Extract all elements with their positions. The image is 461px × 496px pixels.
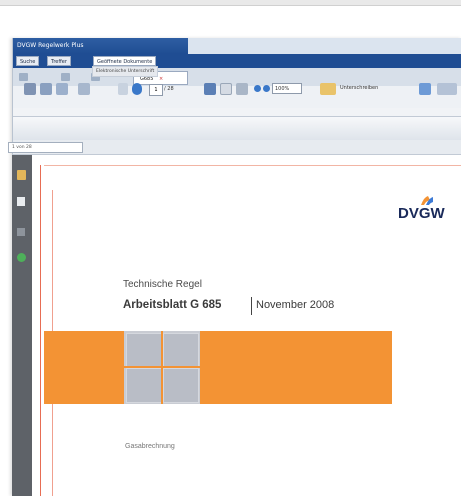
zoom-tool-icon[interactable]	[236, 83, 248, 95]
cover-image-cell	[126, 333, 162, 368]
page-number-input[interactable]: 1	[149, 84, 163, 96]
top-edge	[0, 0, 461, 6]
close-icon[interactable]: ×	[159, 76, 163, 82]
menu-item-search[interactable]: Suche	[16, 56, 40, 66]
zoom-select[interactable]: 100%	[272, 83, 302, 94]
email-icon[interactable]	[56, 83, 68, 95]
lock-icon[interactable]	[17, 170, 26, 180]
zoom-in-icon[interactable]	[263, 85, 270, 92]
attachment-icon[interactable]	[78, 83, 90, 95]
select-tool-icon[interactable]	[204, 83, 216, 95]
title-divider	[251, 297, 252, 315]
main-toolbar	[13, 116, 461, 142]
menu-bar: Suche Treffer Geöffnete Dokumente	[13, 54, 461, 68]
dvgw-logo: DVGW	[398, 205, 445, 222]
navigation-sidebar	[12, 155, 32, 496]
cover-image-cell	[163, 368, 199, 403]
sign-button[interactable]: Unterschreiben	[340, 83, 388, 94]
menu-item-results[interactable]: Treffer	[47, 56, 71, 66]
document-canvas	[32, 155, 461, 496]
zoom-out-icon[interactable]	[254, 85, 261, 92]
page-thumbnail-icon[interactable]	[17, 197, 25, 206]
document-title: Arbeitsblatt G 685	[123, 299, 222, 311]
save-icon[interactable]	[40, 83, 52, 95]
document-date: November 2008	[256, 299, 335, 311]
document-subject: Gasabrechnung	[125, 443, 175, 450]
page-count: / 28	[164, 86, 174, 92]
window-title: DVGW Regelwerk Plus	[13, 38, 188, 54]
cover-image-cell	[163, 333, 199, 368]
document-heading: Technische Regel	[123, 279, 202, 290]
horizontal-guide	[44, 159, 461, 166]
panel-icon[interactable]	[419, 83, 431, 95]
signature-panel-label[interactable]: Elektronische Unterschrift	[92, 66, 159, 77]
sign-pen-icon[interactable]	[320, 83, 336, 95]
cover-image-cell	[126, 368, 162, 403]
print-icon[interactable]	[24, 83, 36, 95]
signature-status-icon[interactable]	[17, 253, 26, 262]
tab-nav-icon[interactable]	[19, 73, 28, 81]
cover-band	[44, 331, 392, 404]
next-page-icon[interactable]	[132, 83, 142, 95]
vertical-guide	[40, 165, 41, 496]
previous-page-icon[interactable]	[118, 83, 128, 95]
tab-nav-icon[interactable]	[61, 73, 70, 81]
bookmark-icon[interactable]	[17, 228, 25, 236]
cover-grid-line	[124, 366, 200, 368]
menu-item-open-documents[interactable]: Geöffnete Dokumente	[93, 56, 157, 66]
page-selector[interactable]: 1 von 28	[8, 142, 83, 153]
hand-tool-icon[interactable]	[220, 83, 232, 95]
title-bar-fill	[188, 38, 461, 54]
tools-icon[interactable]	[437, 83, 457, 95]
dvgw-logo-icon	[420, 191, 434, 205]
